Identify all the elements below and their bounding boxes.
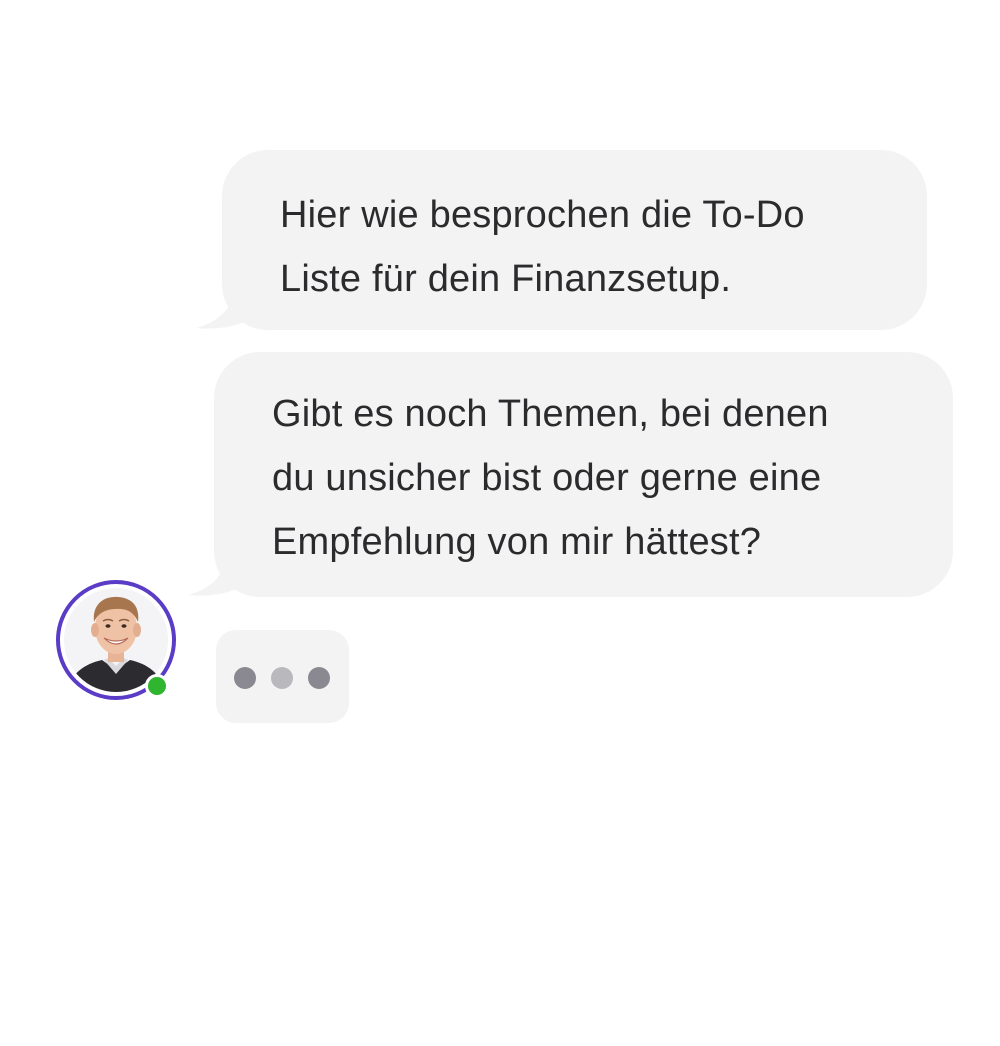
typing-indicator — [216, 630, 349, 723]
typing-dot-icon — [308, 667, 330, 689]
bubble-tail — [188, 547, 258, 596]
typing-dot-icon — [271, 667, 293, 689]
message-text: Hier wie besprochen die To-Do Liste für … — [280, 194, 805, 300]
message-bubble: Gibt es noch Themen, bei denen du unsich… — [188, 352, 953, 597]
typing-dot-icon — [234, 667, 256, 689]
message-text: Gibt es noch Themen, bei denen du unsich… — [272, 393, 829, 563]
online-status-icon — [145, 674, 169, 698]
bubble-tail — [196, 280, 266, 329]
message-bubble: Hier wie besprochen die To-Do Liste für … — [196, 150, 927, 330]
